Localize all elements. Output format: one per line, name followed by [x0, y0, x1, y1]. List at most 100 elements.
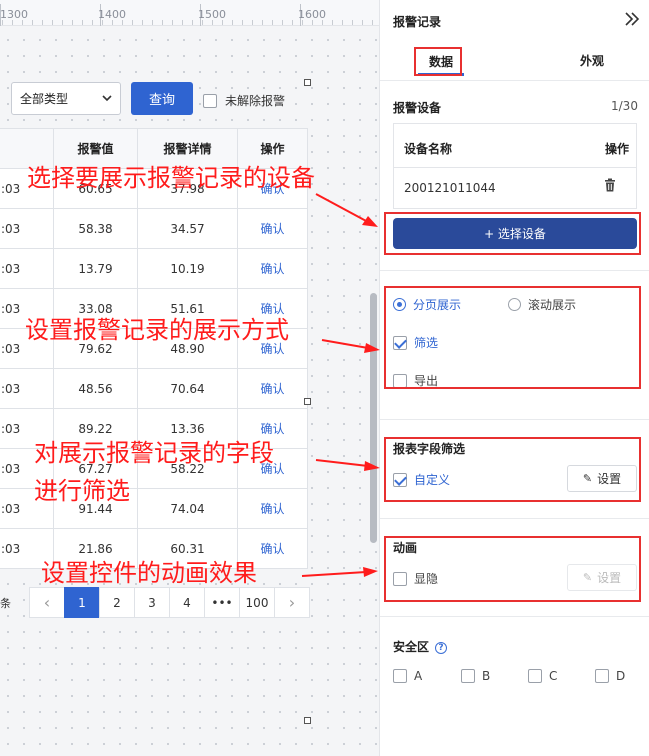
confirm-link[interactable]: 确认: [260, 502, 284, 516]
panel-title: 报警记录: [393, 15, 442, 29]
next-page-button[interactable]: ›: [274, 587, 310, 618]
double-chevron-right-icon[interactable]: [624, 12, 640, 26]
confirm-link[interactable]: 确认: [260, 422, 284, 436]
prev-page-button[interactable]: ‹: [29, 587, 65, 618]
cell-detail: 34.57: [137, 208, 238, 249]
cell-value: 58.38: [53, 208, 138, 249]
cell-detail: 70.64: [137, 368, 238, 409]
alarm-type-select[interactable]: 全部类型: [11, 82, 121, 115]
cell-detail: 10.19: [137, 248, 238, 289]
safe-zone-label: 安全区: [393, 640, 430, 654]
visibility-toggle-option[interactable]: 显隐: [393, 570, 438, 587]
alarm-type-value: 全部类型: [20, 92, 69, 106]
canvas-scrollbar[interactable]: [370, 293, 377, 543]
tab-appearance[interactable]: 外观: [580, 52, 604, 69]
device-table: 设备名称 操作 200121011044: [393, 123, 637, 209]
resize-handle[interactable]: [304, 717, 311, 724]
safe-zone-a[interactable]: A: [393, 669, 422, 683]
device-name-cell: 200121011044: [404, 181, 496, 195]
settings-label: 设置: [597, 571, 622, 585]
resize-handle[interactable]: [304, 398, 311, 405]
display-mode-scroll[interactable]: 滚动展示: [508, 296, 576, 313]
resize-handle[interactable]: [304, 79, 311, 86]
filter-option[interactable]: 筛选: [393, 334, 438, 351]
cell-value: 48.56: [53, 368, 138, 409]
cell-detail: 74.04: [137, 488, 238, 529]
cell-time: :03: [0, 368, 54, 409]
select-device-button[interactable]: + 选择设备: [393, 218, 637, 249]
ruler-label: 1400: [98, 8, 126, 21]
safe-zone-d[interactable]: D: [595, 669, 625, 683]
page-button-100[interactable]: 100: [239, 587, 275, 618]
pencil-icon: ✎: [582, 571, 593, 584]
ruler-label: 1500: [198, 8, 226, 21]
page-button-1[interactable]: 1: [64, 587, 100, 618]
annotation-field-filter-line1: 对展示报警记录的字段: [34, 439, 274, 467]
ruler-label: 1600: [298, 8, 326, 21]
safe-zone-c-checkbox[interactable]: [528, 669, 542, 683]
cell-action: 确认: [237, 368, 308, 409]
annotation-select-device: 选择要展示报警记录的设备: [27, 164, 315, 192]
query-button[interactable]: 查询: [131, 82, 193, 115]
safe-zone-a-label: A: [414, 669, 423, 683]
cell-time: :03: [0, 248, 54, 289]
tab-data[interactable]: 数据: [418, 46, 464, 76]
unresolved-filter[interactable]: 未解除报警: [203, 92, 285, 109]
table-row: :03 13.79 10.19 确认: [0, 248, 308, 289]
custom-fields-checkbox[interactable]: [393, 472, 407, 487]
active-tab-indicator: [418, 73, 464, 76]
ruler-label: 1300: [0, 8, 28, 21]
safe-zone-title: 安全区?: [393, 638, 448, 655]
confirm-link[interactable]: 确认: [260, 262, 284, 276]
paged-radio[interactable]: [393, 298, 406, 311]
scroll-radio[interactable]: [508, 298, 521, 311]
field-filter-settings-button[interactable]: ✎ 设置: [567, 465, 637, 492]
filter-checkbox[interactable]: [393, 335, 407, 350]
safe-zone-a-checkbox[interactable]: [393, 669, 407, 683]
safe-zone-b[interactable]: B: [461, 669, 490, 683]
trash-icon[interactable]: [604, 178, 616, 192]
export-checkbox[interactable]: [393, 373, 407, 388]
table-row: :03 48.56 70.64 确认: [0, 368, 308, 409]
visibility-checkbox[interactable]: [393, 571, 407, 586]
pencil-icon: ✎: [582, 472, 593, 485]
safe-zone-c[interactable]: C: [528, 669, 557, 683]
unresolved-checkbox[interactable]: [203, 93, 217, 108]
divider: [380, 270, 649, 271]
design-canvas[interactable]: 1300 1400 1500 1600 全部类型 查询 未解除报警 报警值 报警…: [0, 0, 379, 756]
visibility-label: 显隐: [414, 572, 439, 586]
safe-zone-d-checkbox[interactable]: [595, 669, 609, 683]
confirm-link[interactable]: 确认: [260, 542, 284, 556]
cell-action: 确认: [237, 488, 308, 529]
divider: [394, 167, 636, 168]
confirm-link[interactable]: 确认: [260, 222, 284, 236]
cell-action: 确认: [237, 208, 308, 249]
page-button-2[interactable]: 2: [99, 587, 135, 618]
cell-action: 确认: [237, 248, 308, 289]
animation-title: 动画: [393, 541, 418, 555]
page-ellipsis[interactable]: •••: [204, 587, 240, 618]
properties-panel: 报警记录 数据 外观 报警设备 1/30 设备名称 操作 20012101104…: [379, 0, 649, 756]
custom-fields-option[interactable]: 自定义: [393, 471, 450, 488]
paged-label: 分页展示: [413, 298, 462, 312]
field-filter-title: 报表字段筛选: [393, 442, 466, 456]
animation-settings-button[interactable]: ✎ 设置: [567, 564, 637, 591]
pagination: 条 ‹ 1 2 3 4 ••• 100 ›: [0, 587, 310, 618]
cell-value: 13.79: [53, 248, 138, 289]
page-button-4[interactable]: 4: [169, 587, 205, 618]
confirm-link[interactable]: 确认: [260, 382, 284, 396]
cell-time: :03: [0, 208, 54, 249]
chevron-down-icon: [102, 95, 112, 102]
divider: [380, 80, 649, 81]
display-mode-paged[interactable]: 分页展示: [393, 296, 461, 313]
alarm-device-count: 1/30: [611, 99, 638, 113]
export-label: 导出: [414, 374, 439, 388]
divider: [380, 518, 649, 519]
page-button-3[interactable]: 3: [134, 587, 170, 618]
export-option[interactable]: 导出: [393, 372, 438, 389]
help-icon[interactable]: ?: [435, 641, 448, 654]
confirm-link[interactable]: 确认: [260, 302, 284, 316]
annotation-display-mode: 设置报警记录的展示方式: [25, 316, 289, 344]
safe-zone-b-checkbox[interactable]: [461, 669, 475, 683]
divider: [380, 419, 649, 420]
